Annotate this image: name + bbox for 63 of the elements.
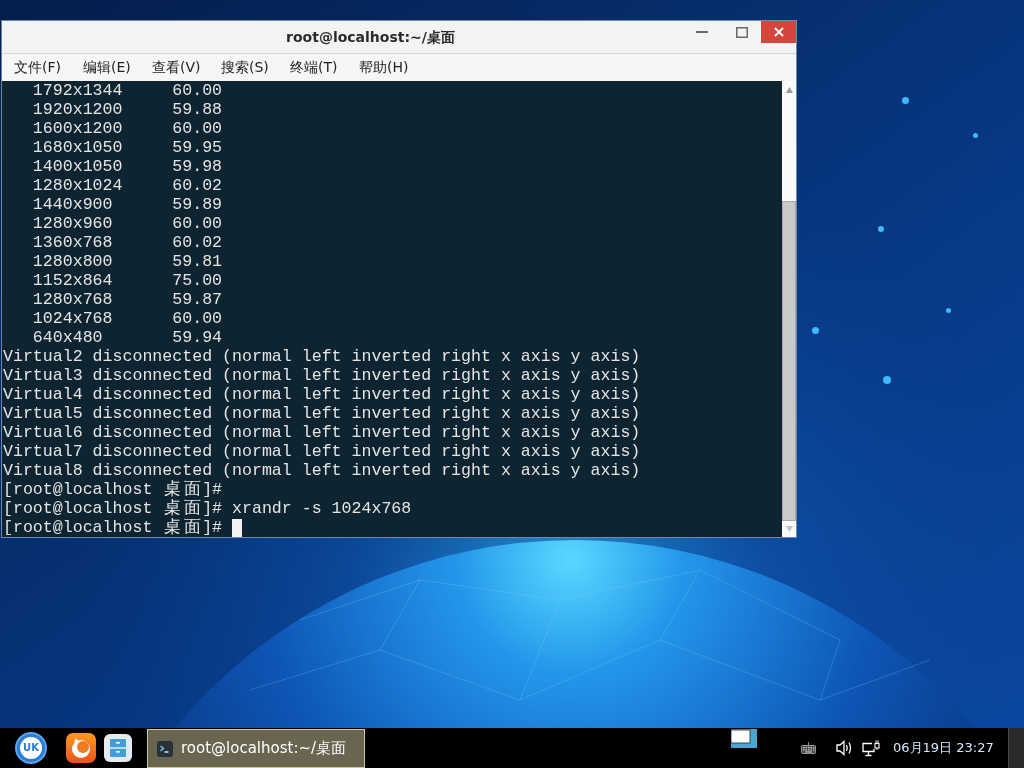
refresh-rate: 59.89 (172, 195, 223, 214)
mode-resolution: 1280x800 (32, 252, 113, 271)
output-line: Virtual5 disconnected (normal left inverted right x axis y axis) (3, 404, 641, 423)
output-line: Virtual7 disconnected (normal left inverted right x axis y axis) (3, 442, 641, 461)
mode-resolution: 1400x1050 (32, 157, 123, 176)
mode-resolution: 1360x768 (32, 233, 113, 252)
window-title: root@localhost:~/桌面 (286, 27, 455, 47)
mode-resolution: 1600x1200 (32, 119, 123, 138)
refresh-rate: 59.98 (172, 157, 223, 176)
mode-resolution: 1920x1200 (32, 100, 123, 119)
clock[interactable]: 06月19日 23:27 (893, 738, 994, 758)
menu-item[interactable]: 搜索(S) (221, 57, 290, 78)
mode-resolution: 1440x900 (32, 195, 113, 214)
output-line: Virtual6 disconnected (normal left inverted right x axis y axis) (3, 423, 641, 442)
close-button[interactable] (761, 21, 796, 43)
refresh-rate: 60.00 (172, 214, 223, 233)
mode-resolution: 1024x768 (32, 309, 113, 328)
mode-resolution: 640x480 (32, 328, 103, 347)
workspace-switcher-icon[interactable] (731, 729, 757, 748)
close-icon (773, 27, 784, 37)
keyboard-icon[interactable] (801, 742, 816, 754)
scrollbar[interactable] (782, 81, 796, 537)
scrollbar-thumb[interactable] (782, 201, 796, 521)
mode-resolution: 1280x768 (32, 290, 113, 309)
start-button[interactable]: UK (15, 732, 47, 764)
mode-resolution: 1792x1344 (32, 81, 123, 100)
menu-item[interactable]: 帮助(H) (359, 57, 428, 78)
mode-resolution: 1280x1024 (32, 176, 123, 195)
shell-prompt: [root@localhost 桌面]# (3, 499, 223, 518)
refresh-rate: 59.94 (172, 328, 223, 347)
mode-resolution: 1152x864 (32, 271, 113, 290)
refresh-rate: 59.81 (172, 252, 223, 271)
mode-resolution: 1280x960 (32, 214, 113, 233)
refresh-rate: 60.02 (172, 176, 223, 195)
crescent-app-icon[interactable] (66, 733, 96, 763)
output-line: Virtual8 disconnected (normal left inverted right x axis y axis) (3, 461, 641, 480)
menu-item[interactable]: 查看(V) (152, 57, 221, 78)
mode-resolution: 1680x1050 (32, 138, 123, 157)
refresh-rate: 60.00 (172, 119, 223, 138)
refresh-rate: 59.87 (172, 290, 223, 309)
terminal-icon (157, 740, 173, 757)
taskbar-window-button[interactable]: root@localhost:~/桌面 (147, 729, 365, 768)
volume-icon[interactable] (836, 740, 853, 756)
file-cabinet-icon[interactable] (104, 734, 132, 762)
output-line: Virtual4 disconnected (normal left inverted right x axis y axis) (3, 385, 641, 404)
output-line: Virtual3 disconnected (normal left inverted right x axis y axis) (3, 366, 641, 385)
refresh-rate: 60.00 (172, 309, 223, 328)
refresh-rate: 60.02 (172, 233, 223, 252)
output-line: Virtual2 disconnected (normal left inverted right x axis y axis) (3, 347, 641, 366)
refresh-rate: 60.00 (172, 81, 223, 100)
scroll-up-icon[interactable] (785, 87, 793, 93)
shell-prompt: [root@localhost 桌面]# (3, 518, 223, 537)
refresh-rate: 59.95 (172, 138, 223, 157)
network-icon[interactable] (862, 739, 880, 757)
minimize-icon (696, 31, 708, 33)
maximize-icon (736, 26, 748, 38)
shell-prompt: [root@localhost 桌面]# (3, 480, 223, 499)
refresh-rate: 59.88 (172, 100, 223, 119)
menu-item[interactable]: 文件(F) (14, 57, 83, 78)
shell-command: xrandr -s 1024x768 (232, 499, 412, 518)
refresh-rate: 75.00 (172, 271, 223, 290)
menu-item[interactable]: 终端(T) (290, 57, 359, 78)
menu-item[interactable]: 编辑(E) (83, 57, 152, 78)
